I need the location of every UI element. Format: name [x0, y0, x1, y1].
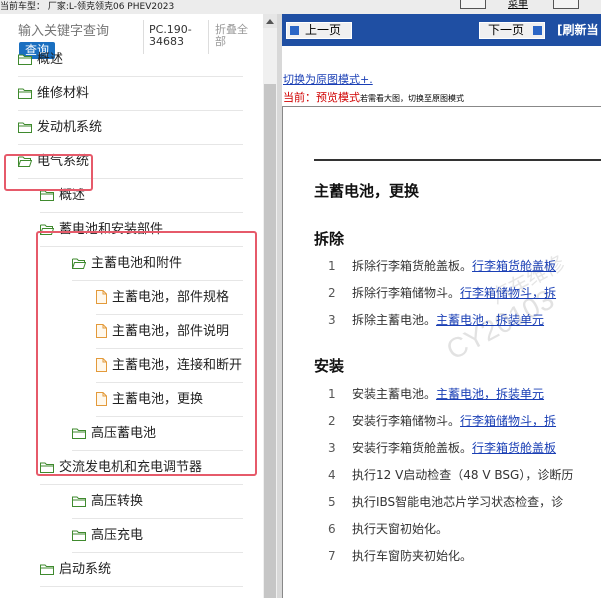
folder-icon	[72, 496, 86, 507]
install-heading: 安装	[314, 357, 345, 375]
mode-status: 当前：预览模式若需看大图，切换至原图模式	[283, 89, 464, 105]
step-link[interactable]: 行李箱货舱盖板	[472, 259, 556, 273]
scroll-up-button[interactable]	[263, 14, 277, 28]
step-number: 1	[328, 387, 336, 401]
highlight-box	[36, 231, 257, 476]
search-input[interactable]	[18, 22, 138, 40]
step-link[interactable]: 行李箱货舱盖板	[472, 441, 556, 455]
tree-item-label: 概述	[37, 52, 64, 67]
folder-icon	[18, 88, 32, 99]
refresh-link[interactable]: [刷新当	[557, 22, 599, 39]
tree-item[interactable]: 高压充电	[72, 519, 243, 553]
nav-bar: 上一页 下一页 [刷新当	[282, 14, 601, 46]
tree-item-label: 高压充电	[91, 528, 144, 543]
step-text: 拆除行李箱储物斗。	[352, 286, 461, 300]
step-number: 2	[328, 414, 336, 428]
mode-current: 预览模式	[316, 91, 360, 104]
tree-item[interactable]: 发动机系统	[18, 111, 243, 145]
step-item: 5 执行IBS智能电池芯片学习状态检查，诊	[328, 493, 563, 511]
vehicle-label: 当前车型： 厂家:L-领克领克06 PHEV2023	[0, 2, 175, 12]
tree-item[interactable]: 高压转换	[72, 485, 243, 519]
content-panel: 上一页 下一页 [刷新当 切换为原图模式+. 当前：预览模式若需看大图，切换至原…	[282, 14, 601, 598]
step-number: 1	[328, 259, 336, 273]
step-item: 4 执行12 V启动检查（48 V BSG），诊断历	[328, 466, 573, 484]
next-page-label: 下一页	[488, 23, 525, 37]
step-link[interactable]: 行李箱储物斗，拆	[460, 286, 556, 300]
step-text: 执行IBS智能电池芯片学习状态检查，诊	[352, 495, 564, 509]
tree-item[interactable]: 启动系统	[40, 553, 243, 587]
step-item: 3 拆除主蓄电池。主蓄电池，拆装单元	[328, 311, 544, 329]
sidebar-tree: 查询 PC.190-34683 折叠全部 概述维修材料发动机系统电气系统概述蓄电…	[0, 14, 263, 598]
step-item: 1 安装主蓄电池。主蓄电池，拆装单元	[328, 385, 544, 403]
removal-heading: 拆除	[314, 230, 345, 248]
mode-hint: 若需看大图，切换至原图模式	[360, 94, 464, 103]
arrow-right-icon	[533, 26, 542, 35]
folder-icon	[72, 530, 86, 541]
tree-item-label: 发动机系统	[37, 120, 103, 135]
tree-item[interactable]: 维修材料	[18, 77, 243, 111]
toolbar-icon[interactable]	[553, 0, 579, 9]
top-bar: 当前车型： 厂家:L-领克领克06 PHEV2023 菜单	[0, 0, 601, 14]
folder-icon	[40, 564, 54, 575]
step-item: 3 安装行李箱货舱盖板。行李箱货舱盖板	[328, 439, 556, 457]
step-text: 执行12 V启动检查（48 V BSG），诊断历	[352, 468, 574, 482]
step-text: 拆除行李箱货舱盖板。	[352, 259, 473, 273]
step-number: 3	[328, 441, 336, 455]
mode-prefix: 当前：	[283, 91, 316, 104]
prev-page-button[interactable]: 上一页	[286, 22, 352, 39]
switch-mode-link[interactable]: 切换为原图模式+.	[283, 71, 373, 87]
step-text: 安装主蓄电池。	[352, 387, 437, 401]
step-number: 2	[328, 286, 336, 300]
tree-item-label: 高压转换	[91, 494, 144, 509]
step-link[interactable]: 行李箱储物斗，拆	[460, 414, 556, 428]
page-title: 主蓄电池，更换	[314, 182, 420, 200]
menu-label[interactable]: 菜单	[508, 0, 528, 10]
folder-icon	[40, 190, 54, 201]
chevron-up-icon	[266, 19, 274, 24]
folder-icon	[18, 122, 32, 133]
step-text: 拆除主蓄电池。	[352, 313, 437, 327]
next-page-button[interactable]: 下一页	[479, 22, 545, 39]
arrow-left-icon	[290, 26, 299, 35]
folder-icon	[18, 54, 32, 65]
step-item: 1 拆除行李箱货舱盖板。行李箱货舱盖板	[328, 257, 556, 275]
step-number: 4	[328, 468, 336, 482]
step-link[interactable]: 主蓄电池，拆装单元	[436, 313, 544, 327]
step-number: 6	[328, 522, 336, 536]
step-text: 执行车窗防夹初始化。	[352, 549, 473, 563]
scrollbar[interactable]	[263, 14, 277, 598]
step-number: 3	[328, 313, 336, 327]
step-link[interactable]: 主蓄电池，拆装单元	[436, 387, 544, 401]
tree-item-label: 启动系统	[59, 562, 112, 577]
step-number: 7	[328, 549, 336, 563]
step-item: 6 执行天窗初始化。	[328, 520, 448, 538]
scrollbar-thumb[interactable]	[264, 84, 276, 598]
toolbar-icon[interactable]	[460, 0, 486, 9]
divider	[314, 159, 601, 161]
step-text: 执行天窗初始化。	[352, 522, 449, 536]
step-item: 2 拆除行李箱储物斗。行李箱储物斗，拆	[328, 284, 556, 302]
step-text: 安装行李箱货舱盖板。	[352, 441, 473, 455]
tree-item[interactable]: 概述	[18, 43, 243, 77]
prev-page-label: 上一页	[305, 23, 342, 37]
step-item: 7 执行车窗防夹初始化。	[328, 547, 472, 565]
highlight-box	[4, 154, 93, 191]
tree-item-label: 维修材料	[37, 86, 90, 101]
step-text: 安装行李箱储物斗。	[352, 414, 461, 428]
step-item: 2 安装行李箱储物斗。行李箱储物斗，拆	[328, 412, 556, 430]
step-number: 5	[328, 495, 336, 509]
